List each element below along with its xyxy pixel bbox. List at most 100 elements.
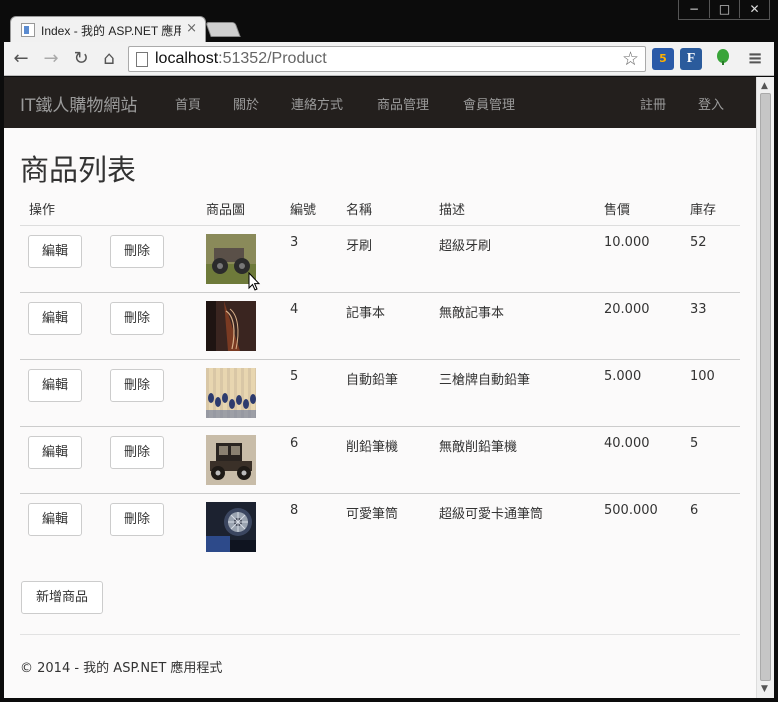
product-image (206, 434, 256, 485)
header-id: 編號 (290, 195, 346, 226)
vertical-scrollbar[interactable]: ▲ ▼ (756, 77, 774, 698)
desc-cell: 三槍牌自動鉛筆 (439, 359, 604, 427)
id-cell: 4 (290, 292, 346, 360)
product-image (206, 367, 256, 418)
url-text[interactable]: localhost:51352/Product (155, 50, 327, 68)
title-bar: Index - 我的 ASP.NET 應用 × − □ ✕ (0, 0, 778, 43)
site-navbar: IT鐵人購物網站 首頁 關於 連絡方式 商品管理 會員管理 註冊 登入 (4, 77, 756, 128)
mouse-cursor-icon (248, 272, 261, 291)
evernote-extension-icon[interactable] (712, 48, 734, 70)
table-row: 編輯 刪除 5 自動鉛筆 三槍牌自動鉛筆 5.000 100 (20, 359, 740, 427)
footer-text: © 2014 - 我的 ASP.NET 應用程式 (20, 661, 223, 676)
browser-window: Index - 我的 ASP.NET 應用 × − □ ✕ ← → ↻ ⌂ lo… (0, 0, 778, 702)
id-cell: 6 (290, 426, 346, 494)
name-cell: 記事本 (346, 292, 439, 360)
stock-cell: 33 (690, 292, 740, 360)
new-tab-button[interactable] (205, 22, 241, 37)
add-product-button[interactable]: 新增商品 (21, 581, 103, 614)
image-cell (206, 426, 290, 494)
image-cell (206, 292, 290, 360)
product-image (206, 300, 256, 351)
scroll-down-icon[interactable]: ▼ (761, 684, 768, 694)
desc-cell: 無敵記事本 (439, 292, 604, 360)
nav-contact[interactable]: 連絡方式 (291, 94, 343, 113)
edit-button[interactable]: 編輯 (28, 368, 82, 402)
nav-login[interactable]: 登入 (698, 94, 724, 113)
price-cell: 40.000 (604, 426, 690, 494)
id-cell: 5 (290, 359, 346, 427)
address-bar[interactable]: localhost:51352/Product ☆ (128, 46, 646, 72)
action-cell: 編輯 (20, 359, 110, 427)
scroll-up-icon[interactable]: ▲ (761, 81, 768, 91)
id-cell: 8 (290, 502, 299, 518)
forward-icon[interactable]: → (40, 48, 62, 70)
table-row: 編輯 刪除 8 可愛筆筒 超級可愛卡通筆筒 500.000 6 (20, 493, 740, 560)
nav-register[interactable]: 註冊 (640, 94, 666, 113)
tab-title: Index - 我的 ASP.NET 應用 (41, 24, 181, 38)
action-cell: 編輯 (20, 493, 110, 560)
table-row: 編輯 刪除 4 記事本 無敵記事本 20.000 33 (20, 292, 740, 360)
home-icon[interactable]: ⌂ (98, 48, 120, 70)
action-cell: 刪除 (110, 292, 206, 360)
edit-button[interactable]: 編輯 (28, 435, 82, 469)
nav-home[interactable]: 首頁 (175, 94, 201, 113)
table-header-row: 操作 商品圖 編號 名稱 描述 售價 庫存 (20, 195, 740, 226)
maximize-button[interactable]: □ (709, 0, 739, 18)
menu-icon[interactable]: ≡ (744, 48, 766, 70)
desc-cell: 無敵削鉛筆機 (439, 426, 604, 494)
name-cell: 削鉛筆機 (346, 426, 439, 494)
action-cell: 刪除 (110, 359, 206, 427)
header-desc: 描述 (439, 195, 604, 226)
back-icon[interactable]: ← (10, 48, 32, 70)
price-cell: 5.000 (604, 359, 690, 427)
reload-icon[interactable]: ↻ (70, 48, 92, 70)
action-cell: 編輯 (20, 426, 110, 494)
name-cell: 牙刷 (346, 225, 439, 293)
price-cell: 500.000 (604, 502, 658, 518)
nav-member-admin[interactable]: 會員管理 (463, 94, 515, 113)
image-cell (206, 493, 290, 560)
close-window-button[interactable]: ✕ (739, 0, 769, 18)
tab-close-icon[interactable]: × (186, 21, 197, 36)
site-brand[interactable]: IT鐵人購物網站 (20, 91, 137, 116)
table-row: 編輯 刪除 6 削鉛筆機 無敵削鉛筆機 40.000 5 (20, 426, 740, 494)
table-row: 編輯 刪除 3 牙刷 超級牙刷 10.000 52 (20, 225, 740, 293)
stock-cell: 52 (690, 225, 740, 293)
action-cell: 刪除 (110, 426, 206, 494)
image-cell (206, 359, 290, 427)
name-cell: 可愛筆筒 (346, 506, 399, 522)
scrollbar-thumb[interactable] (760, 93, 771, 681)
delete-button[interactable]: 刪除 (110, 368, 164, 402)
window-controls: − □ ✕ (678, 0, 770, 20)
header-action: 操作 (20, 195, 110, 226)
browser-toolbar: ← → ↻ ⌂ localhost:51352/Product ☆ 5 F ≡ (4, 42, 774, 76)
nav-product-admin[interactable]: 商品管理 (377, 94, 429, 113)
page-favicon-icon (21, 23, 35, 37)
f-extension-icon[interactable]: F (680, 48, 702, 70)
minimize-button[interactable]: − (679, 0, 709, 18)
header-image: 商品圖 (206, 195, 290, 226)
action-cell: 編輯 (20, 225, 110, 293)
edit-button[interactable]: 編輯 (28, 234, 82, 268)
footer-divider (20, 634, 740, 635)
html5-extension-icon[interactable]: 5 (652, 48, 674, 70)
bookmark-star-icon[interactable]: ☆ (622, 48, 639, 70)
browser-tab[interactable]: Index - 我的 ASP.NET 應用 × (10, 16, 206, 43)
page-viewport: IT鐵人購物網站 首頁 關於 連絡方式 商品管理 會員管理 註冊 登入 商品列表… (4, 77, 756, 698)
stock-cell: 5 (690, 426, 740, 494)
delete-button[interactable]: 刪除 (110, 301, 164, 335)
edit-button[interactable]: 編輯 (28, 301, 82, 335)
name-cell: 自動鉛筆 (346, 359, 439, 427)
delete-button[interactable]: 刪除 (110, 234, 164, 268)
edit-button[interactable]: 編輯 (28, 502, 82, 536)
stock-cell: 100 (690, 359, 740, 427)
page-icon (136, 52, 148, 67)
delete-button[interactable]: 刪除 (110, 435, 164, 469)
header-price: 售價 (604, 195, 690, 226)
header-spacer (110, 195, 206, 226)
nav-about[interactable]: 關於 (233, 94, 259, 113)
header-name: 名稱 (346, 195, 439, 226)
stock-cell: 6 (690, 502, 699, 518)
desc-cell: 超級牙刷 (439, 225, 604, 293)
delete-button[interactable]: 刪除 (110, 502, 164, 536)
